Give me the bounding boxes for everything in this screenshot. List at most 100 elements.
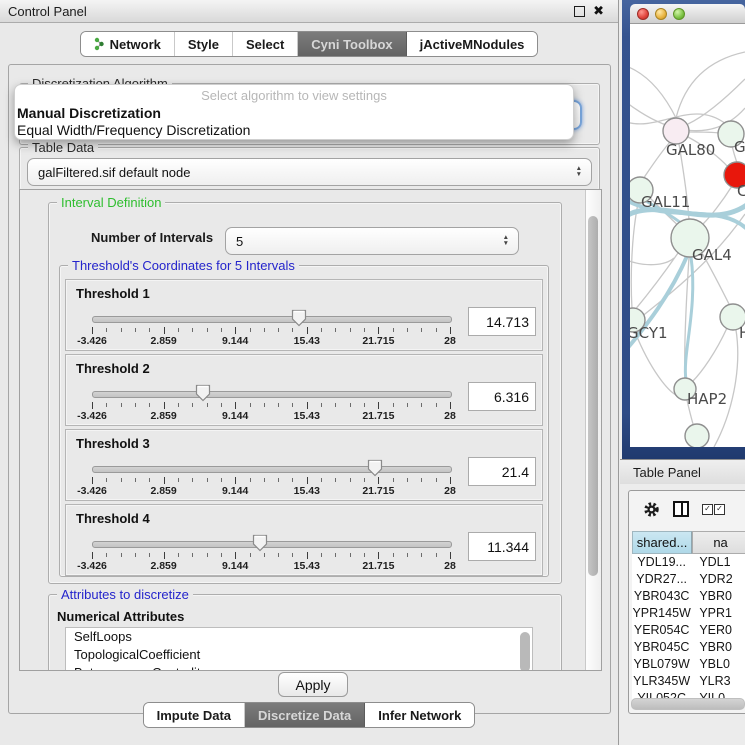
table-row[interactable]: YBL079WYBL0 (632, 656, 745, 673)
close-icon[interactable]: ✖ (593, 6, 604, 16)
slider-ticks (92, 552, 450, 560)
tab-cyni-toolbox[interactable]: Cyni Toolbox (298, 32, 406, 56)
tab-network[interactable]: Network (81, 32, 175, 56)
table-cell: YLR345W (632, 673, 691, 690)
threshold-value-field[interactable]: 21.4 (468, 457, 536, 486)
slider-track[interactable] (92, 541, 452, 548)
network-node[interactable] (685, 424, 709, 447)
table-row[interactable]: YER054CYER0 (632, 622, 745, 639)
table-data-combobox[interactable]: galFiltered.sif default node ▲▼ (27, 158, 592, 186)
dropdown-option[interactable]: Manual Discretization (15, 105, 573, 122)
float-window-icon[interactable] (574, 6, 585, 17)
tab-jactivemnodules[interactable]: jActiveMNodules (407, 32, 538, 56)
cyni-toolbox-panel: Discretization Algorithm ▲▼ Table Data g… (8, 64, 611, 714)
network-canvas[interactable]: GAL80GACGAL11GAL4GCY1HHAP2 (630, 24, 745, 447)
tick-mark (436, 403, 437, 407)
tick-mark (221, 403, 222, 407)
slider-thumb[interactable] (367, 459, 383, 477)
apply-button[interactable]: Apply (278, 672, 348, 697)
table-row[interactable]: YPR145WYPR1 (632, 605, 745, 622)
tick-label: -3.426 (77, 560, 107, 572)
tab-discretize-data[interactable]: Discretize Data (245, 703, 365, 727)
tick-mark (192, 553, 193, 557)
tick-mark (264, 403, 265, 407)
select-checkboxes-icon[interactable]: ✓ ✓ (702, 504, 725, 515)
tick-mark (92, 327, 93, 334)
numerical-attributes-list[interactable]: SelfLoopsTopologicalCoefficientBetweenne… (65, 627, 533, 671)
tick-mark (292, 403, 293, 407)
tick-mark (235, 552, 236, 559)
tick-mark (235, 327, 236, 334)
tick-mark (393, 403, 394, 407)
close-traffic-light-icon[interactable] (637, 8, 649, 20)
top-tabbar: Network Style SelectCyni Toolbox jActiveMNo… (80, 31, 539, 57)
table-row[interactable]: YBR045CYBR0 (632, 639, 745, 656)
tick-mark (106, 478, 107, 482)
thresholds-group-label: Threshold's Coordinates for 5 Intervals (68, 258, 299, 273)
attribute-list-item[interactable]: TopologicalCoefficient (66, 646, 532, 664)
column-selector-icon[interactable] (673, 501, 689, 517)
tick-mark (92, 477, 93, 484)
tick-mark (292, 328, 293, 332)
table-row[interactable]: YDR27...YDR2 (632, 571, 745, 588)
slider-track[interactable] (92, 391, 452, 398)
table-cell: YBR0 (691, 639, 745, 656)
threshold-label: Threshold 4 (76, 511, 150, 526)
slider-track[interactable] (92, 466, 452, 473)
settings-vscrollbar[interactable] (585, 190, 601, 670)
tick-mark (207, 403, 208, 407)
tab-label: Style (188, 37, 219, 52)
panel-title: Control Panel (0, 4, 574, 19)
slider-tick-labels: -3.4262.8599.14415.4321.71528 (92, 485, 450, 497)
slider-thumb[interactable] (252, 534, 268, 552)
table-row[interactable]: YLR345WYLR3 (632, 673, 745, 690)
minimize-traffic-light-icon[interactable] (655, 8, 667, 20)
threshold-box: Threshold 3-3.4262.8599.14415.4321.71528… (65, 429, 543, 501)
tick-mark (106, 553, 107, 557)
tab-label: Discretize Data (258, 708, 351, 723)
table-column-header[interactable]: na (692, 531, 745, 554)
tick-label: 9.144 (222, 560, 248, 572)
tick-mark (221, 553, 222, 557)
top-tab-row: Network Style SelectCyni Toolbox jActiveMNo… (0, 31, 618, 57)
tick-mark (178, 328, 179, 332)
tick-label: 28 (444, 560, 456, 572)
tick-label: 9.144 (222, 485, 248, 497)
slider-thumb[interactable] (291, 309, 307, 327)
tab-infer-network[interactable]: Infer Network (365, 703, 474, 727)
tab-label: jActiveMNodules (420, 37, 525, 52)
tick-mark (335, 478, 336, 482)
slider-thumb[interactable] (195, 384, 211, 402)
tick-mark (92, 402, 93, 409)
tick-mark (307, 477, 308, 484)
network-icon (94, 37, 105, 51)
tick-mark (178, 478, 179, 482)
tab-label: Infer Network (378, 708, 461, 723)
table-column-header[interactable]: shared... (632, 531, 692, 554)
threshold-value-field[interactable]: 11.344 (468, 532, 536, 561)
node-label: GA (734, 138, 745, 156)
table-row[interactable]: YBR043CYBR0 (632, 588, 745, 605)
table-row[interactable]: YDL19...YDL1 (632, 554, 745, 571)
threshold-value-field[interactable]: 14.713 (468, 307, 536, 336)
vscrollbar-thumb[interactable] (588, 216, 598, 576)
dropdown-option[interactable]: Equal Width/Frequency Discretization (15, 122, 573, 139)
slider-track[interactable] (92, 316, 452, 323)
tab-select[interactable]: Select (233, 32, 298, 56)
attribute-list-item[interactable]: SelfLoops (66, 628, 532, 646)
tab-impute-data[interactable]: Impute Data (144, 703, 245, 727)
combo-stepper-icon: ▲▼ (576, 166, 591, 178)
tick-mark (192, 403, 193, 407)
zoom-traffic-light-icon[interactable] (673, 8, 685, 20)
attribute-list-item[interactable]: BetweennessCentrality (66, 664, 532, 671)
tab-style[interactable]: Style (175, 32, 233, 56)
bottom-tabbar: Impute Data Discretize Data Infer Network (143, 702, 476, 728)
tick-label: 21.715 (362, 335, 394, 347)
list-scrollbar[interactable] (520, 632, 530, 671)
threshold-value-field[interactable]: 6.316 (468, 382, 536, 411)
num-intervals-combobox[interactable]: 5 ▲▼ (225, 227, 519, 255)
network-graph[interactable]: GAL80GACGAL11GAL4GCY1HHAP2 (630, 24, 745, 447)
table-hscrollbar[interactable] (631, 698, 745, 710)
tick-mark (278, 328, 279, 332)
gear-icon[interactable] (643, 501, 660, 518)
